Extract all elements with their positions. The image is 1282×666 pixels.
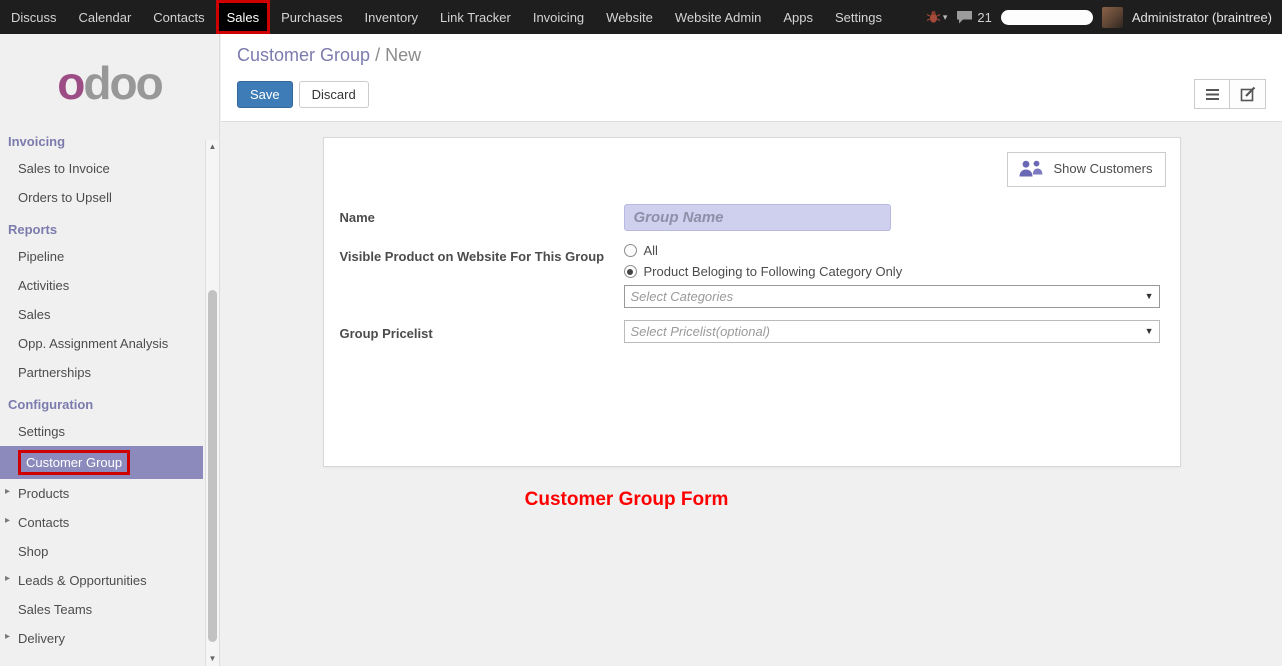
menu-calendar[interactable]: Calendar [68, 0, 143, 34]
sidebar-item-customer-group[interactable]: Customer Group [0, 446, 203, 479]
topbar-right: ▾ 21 Administrator (braintree) [926, 0, 1282, 34]
sidebar-item-activities[interactable]: Activities [0, 271, 203, 300]
sidebar-item-sales-teams[interactable]: Sales Teams [0, 595, 203, 624]
expand-triangle-icon: ▸ [5, 515, 10, 526]
customers-people-icon [1018, 159, 1045, 180]
discard-button[interactable]: Discard [299, 81, 369, 108]
visible-product-row: Visible Product on Website For This Grou… [340, 243, 1160, 308]
name-label: Name [340, 204, 624, 231]
annotation-caption: Customer Group Form [96, 489, 1157, 511]
expand-triangle-icon: ▸ [5, 631, 10, 642]
list-icon [1205, 88, 1220, 101]
control-panel: Customer Group / New Save Discard [221, 34, 1282, 122]
form-content: Show Customers Name Visible Product on W… [221, 122, 1282, 666]
menu-purchases[interactable]: Purchases [270, 0, 353, 34]
status-pill[interactable] [1001, 10, 1093, 25]
sidebar-item-leads-opportunities[interactable]: ▸ Leads & Opportunities [0, 566, 203, 595]
radio-icon[interactable] [624, 244, 637, 257]
topbar-menus: Discuss Calendar Contacts Sales Purchase… [0, 0, 893, 34]
sidebar-item-partnerships[interactable]: Partnerships [0, 358, 203, 387]
sidebar-item-contacts[interactable]: ▸ Contacts [0, 508, 203, 537]
menu-apps[interactable]: Apps [772, 0, 824, 34]
sidebar-nav: Invoicing Sales to Invoice Orders to Ups… [0, 124, 219, 653]
section-configuration: Configuration [0, 387, 203, 417]
sidebar-item-settings[interactable]: Settings [0, 417, 203, 446]
show-customers-label: Show Customers [1054, 161, 1153, 177]
section-reports: Reports [0, 212, 203, 242]
sidebar: odoo Invoicing Sales to Invoice Orders t… [0, 34, 220, 666]
sidebar-item-sales-to-invoice[interactable]: Sales to Invoice [0, 154, 203, 183]
scrollbar-thumb[interactable] [208, 290, 217, 642]
message-count: 21 [977, 10, 991, 25]
expand-triangle-icon: ▸ [5, 573, 10, 584]
section-invoicing: Invoicing [0, 124, 203, 154]
avatar[interactable] [1102, 7, 1123, 28]
menu-contacts[interactable]: Contacts [142, 0, 215, 34]
chevron-down-icon: ▾ [943, 12, 948, 23]
sidebar-scrollbar[interactable]: ▲ ▼ [205, 140, 219, 666]
menu-invoicing[interactable]: Invoicing [522, 0, 595, 34]
menu-website-admin[interactable]: Website Admin [664, 0, 772, 34]
form-sheet: Show Customers Name Visible Product on W… [323, 137, 1181, 467]
user-menu[interactable]: Administrator (braintree) [1132, 10, 1272, 25]
sidebar-item-opp-assignment-analysis[interactable]: Opp. Assignment Analysis [0, 329, 203, 358]
menu-discuss[interactable]: Discuss [0, 0, 68, 34]
topbar: Discuss Calendar Contacts Sales Purchase… [0, 0, 1282, 34]
visible-product-label: Visible Product on Website For This Grou… [340, 243, 624, 308]
form-view-button[interactable] [1230, 79, 1266, 109]
menu-inventory[interactable]: Inventory [354, 0, 429, 34]
scroll-down-icon[interactable]: ▼ [206, 652, 219, 666]
sidebar-item-orders-to-upsell[interactable]: Orders to Upsell [0, 183, 203, 212]
breadcrumb: Customer Group / New [237, 45, 1282, 66]
sidebar-item-sales[interactable]: Sales [0, 300, 203, 329]
sidebar-item-delivery[interactable]: ▸ Delivery [0, 624, 203, 653]
sidebar-item-pipeline[interactable]: Pipeline [0, 242, 203, 271]
menu-settings[interactable]: Settings [824, 0, 893, 34]
name-row: Name [340, 204, 1160, 231]
scroll-up-icon[interactable]: ▲ [206, 140, 219, 154]
save-button[interactable]: Save [237, 81, 293, 108]
control-panel-buttons: Save Discard [237, 79, 1282, 109]
radio-option-all[interactable]: All [624, 243, 1160, 258]
radio-checked-icon[interactable] [624, 265, 637, 278]
messages-button[interactable]: 21 [956, 10, 991, 25]
breadcrumb-separator: / [375, 45, 385, 65]
odoo-app: Discuss Calendar Contacts Sales Purchase… [0, 0, 1282, 666]
show-customers-button[interactable]: Show Customers [1007, 152, 1166, 187]
menu-website[interactable]: Website [595, 0, 664, 34]
radio-option-category[interactable]: Product Beloging to Following Category O… [624, 264, 1160, 279]
select-caret-icon: ▼ [1145, 286, 1154, 307]
pricelist-row: Group Pricelist Select Pricelist(optiona… [340, 320, 1160, 343]
select-caret-icon: ▼ [1145, 321, 1154, 342]
odoo-logo: odoo [0, 34, 219, 124]
menu-link-tracker[interactable]: Link Tracker [429, 0, 522, 34]
pricelist-select[interactable]: Select Pricelist(optional) ▼ [624, 320, 1160, 343]
group-pricelist-label: Group Pricelist [340, 320, 624, 343]
expand-triangle-icon: ▸ [5, 486, 10, 497]
list-view-button[interactable] [1194, 79, 1230, 109]
sidebar-item-shop[interactable]: Shop [0, 537, 203, 566]
messages-bubble-icon [956, 10, 973, 24]
breadcrumb-new: New [385, 45, 421, 65]
view-switcher [1194, 79, 1266, 109]
debug-bug-icon[interactable]: ▾ [926, 10, 948, 24]
edit-icon [1240, 86, 1256, 102]
menu-sales[interactable]: Sales [216, 0, 271, 34]
breadcrumb-customer-group[interactable]: Customer Group [237, 45, 370, 65]
categories-select[interactable]: Select Categories ▼ [624, 285, 1160, 308]
main-area: Customer Group / New Save Discard [221, 34, 1282, 666]
customer-group-form: Name Visible Product on Website For This… [340, 204, 1160, 343]
customer-group-label: Customer Group [18, 450, 130, 475]
group-name-input[interactable] [624, 204, 891, 231]
